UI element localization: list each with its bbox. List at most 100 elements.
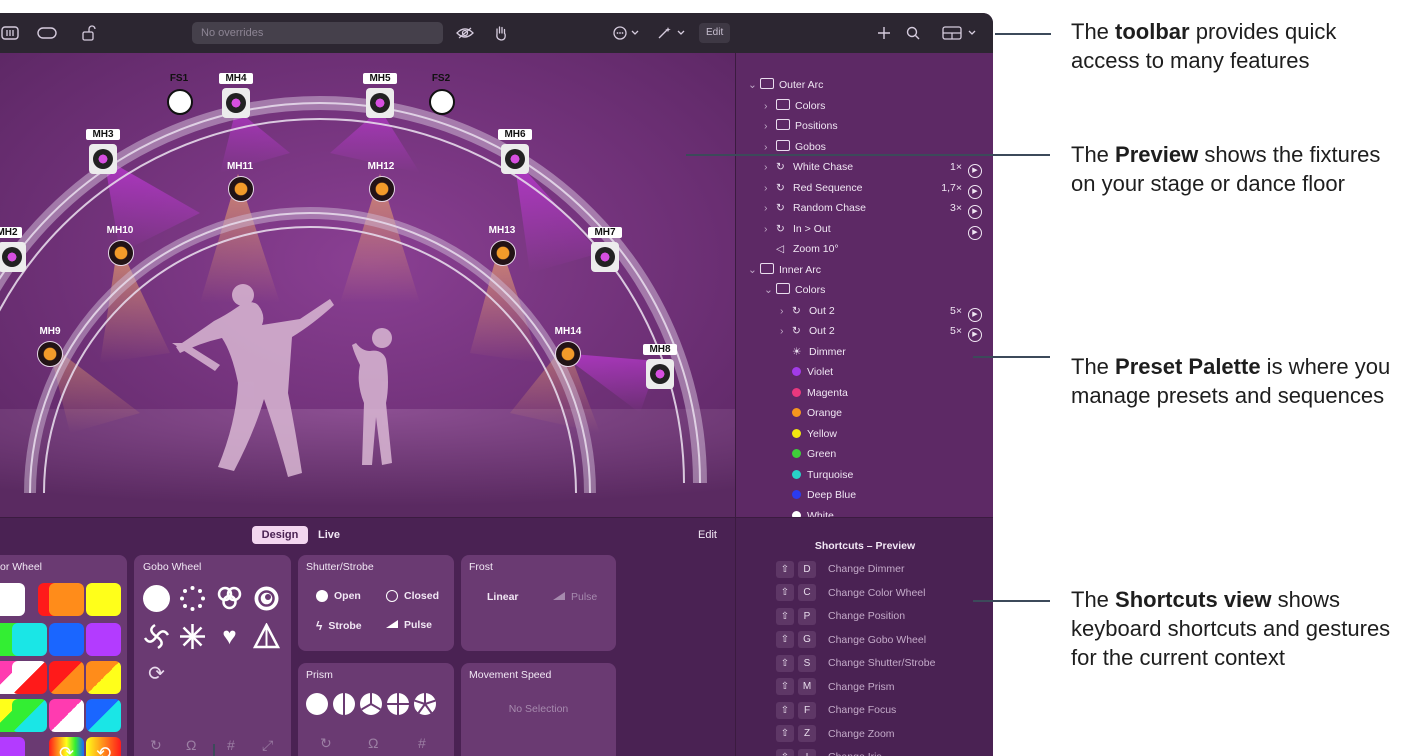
fixture-MH6[interactable]: MH6: [498, 129, 532, 189]
rotate-cw-icon[interactable]: ⟳: [49, 737, 84, 756]
gobo-dots-icon[interactable]: [179, 585, 206, 612]
fixture-MH3[interactable]: MH3: [86, 129, 120, 189]
play-icon[interactable]: ▶: [968, 328, 982, 342]
fixture-MH2[interactable]: MH2: [0, 227, 26, 277]
palette-row[interactable]: › ↻ Out 2 5× ▶: [780, 301, 982, 322]
color-swatch-blue[interactable]: [49, 623, 84, 656]
palette-row[interactable]: ⌄ Outer Arc: [748, 75, 981, 95]
palette-row[interactable]: › Colors: [764, 96, 981, 116]
play-icon[interactable]: ▶: [968, 225, 982, 240]
rotate-icon[interactable]: ↻: [320, 735, 332, 752]
layout-icon[interactable]: [941, 13, 981, 53]
edit-button[interactable]: Edit: [699, 23, 731, 43]
prism-5-icon[interactable]: [414, 693, 436, 715]
palette-row[interactable]: › ↻ Red Sequence 1,7× ▶: [764, 178, 982, 199]
chevron-icon[interactable]: ›: [764, 157, 774, 177]
gobo-triangle-icon[interactable]: [252, 622, 281, 650]
color-swatch-orange[interactable]: [49, 583, 84, 616]
shutter-strobe-button[interactable]: ϟ Strobe: [316, 619, 362, 633]
color-swatch-split-blue[interactable]: [86, 699, 121, 732]
color-swatch-split-red[interactable]: [12, 661, 47, 694]
search-icon[interactable]: [904, 13, 922, 53]
gobo-heart-icon[interactable]: ♥: [216, 623, 243, 650]
chevron-icon[interactable]: ›: [780, 301, 790, 321]
editor-edit-button[interactable]: Edit: [698, 526, 717, 544]
stage-preview[interactable]: FS1 FS2 MH2 MH3 MH4 MH5 MH6 MH7 MH8 MH9 …: [0, 53, 735, 517]
chevron-icon[interactable]: ⌄: [748, 260, 758, 280]
shake-icon[interactable]: Ω: [186, 737, 196, 753]
plus-icon[interactable]: [875, 13, 893, 53]
prism-2-icon[interactable]: [333, 693, 355, 715]
palette-row[interactable]: Green: [780, 444, 981, 464]
rotate-ccw-icon[interactable]: ⟲: [86, 737, 121, 756]
prism-open-icon[interactable]: [306, 693, 328, 715]
color-swatch-cyan[interactable]: [12, 623, 47, 656]
palette-row[interactable]: Deep Blue: [780, 485, 981, 505]
prism-4-icon[interactable]: [387, 693, 409, 715]
palette-row[interactable]: › ↻ Random Chase 3× ▶: [764, 198, 982, 219]
prism-3-icon[interactable]: [360, 693, 382, 715]
color-swatch-yellow[interactable]: [86, 583, 121, 616]
fixture-MH7[interactable]: MH7: [588, 227, 622, 287]
chevron-icon[interactable]: ›: [764, 219, 774, 239]
color-swatch-white[interactable]: [0, 583, 25, 616]
hand-icon[interactable]: [492, 13, 510, 53]
chevron-icon[interactable]: ⌄: [764, 280, 774, 300]
gobo-spiral-icon[interactable]: [253, 585, 280, 612]
chevron-icon[interactable]: ›: [764, 116, 774, 136]
fixture-FS1[interactable]: FS1: [164, 73, 194, 123]
fixture-MH12[interactable]: MH12: [363, 161, 399, 209]
play-icon[interactable]: ▶: [968, 307, 982, 322]
gobo-rings-icon[interactable]: [216, 585, 243, 612]
lock-icon[interactable]: [80, 13, 98, 53]
shutter-pulse-button[interactable]: Pulse: [386, 619, 432, 631]
gobo-burst-icon[interactable]: [179, 623, 206, 650]
shutter-closed-button[interactable]: Closed: [386, 590, 439, 602]
palette-row[interactable]: Violet: [780, 362, 981, 382]
palette-row[interactable]: Orange: [780, 403, 981, 423]
fixture-MH9[interactable]: MH9: [33, 326, 67, 374]
gobo-rotate-icon[interactable]: ⟳: [143, 661, 170, 688]
fixture-MH8[interactable]: MH8: [643, 344, 677, 404]
palette-row[interactable]: Magenta: [780, 383, 981, 403]
wand-icon[interactable]: [655, 13, 689, 53]
more-icon[interactable]: [611, 13, 643, 53]
chevron-icon[interactable]: ›: [764, 198, 774, 218]
tab-live[interactable]: Live: [318, 526, 358, 544]
gobo-swirl-icon[interactable]: [143, 623, 170, 650]
fixture-MH13[interactable]: MH13: [484, 225, 520, 273]
palette-row[interactable]: › ↻ Out 2 5× ▶: [780, 321, 982, 342]
tab-design[interactable]: Design: [252, 526, 308, 544]
capsule-icon[interactable]: [36, 13, 58, 53]
palette-row[interactable]: › Positions: [764, 116, 981, 136]
rotate-icon[interactable]: ↻: [150, 737, 162, 754]
color-swatch-split-magenta[interactable]: [49, 699, 84, 732]
fixture-FS2[interactable]: FS2: [426, 73, 456, 123]
overrides-field[interactable]: No overrides: [192, 22, 443, 44]
eye-icon[interactable]: [454, 13, 476, 53]
shake-icon[interactable]: Ω: [368, 735, 378, 751]
play-icon[interactable]: ▶: [968, 184, 982, 199]
frost-linear-button[interactable]: Linear: [487, 591, 519, 603]
gobo-open-icon[interactable]: [143, 585, 170, 612]
palette-row[interactable]: › ↻ White Chase 1× ▶: [764, 157, 982, 178]
chevron-icon[interactable]: ›: [764, 96, 774, 116]
palette-row[interactable]: ⌄ Colors: [764, 280, 981, 300]
chevron-icon[interactable]: ⌄: [748, 75, 758, 95]
palette-row[interactable]: ◁ Zoom 10°: [764, 239, 981, 259]
chevron-icon[interactable]: ›: [780, 321, 790, 341]
shutter-open-button[interactable]: Open: [316, 590, 361, 602]
fixture-MH11[interactable]: MH11: [222, 161, 258, 209]
palette-row[interactable]: ⌄ Inner Arc: [748, 260, 981, 280]
color-swatch-split-orange[interactable]: [49, 661, 84, 694]
color-swatch-split-cyan[interactable]: [12, 699, 47, 732]
color-swatch-violet[interactable]: [86, 623, 121, 656]
color-swatch-split-yellow[interactable]: [86, 661, 121, 694]
fixture-MH4[interactable]: MH4: [219, 73, 253, 133]
faders-icon[interactable]: [0, 13, 20, 53]
index-icon[interactable]: #: [418, 735, 426, 751]
palette-row[interactable]: Yellow: [780, 424, 981, 444]
fixture-MH14[interactable]: MH14: [550, 326, 586, 374]
palette-row[interactable]: ☀ Dimmer: [780, 342, 981, 362]
frost-pulse-button[interactable]: Pulse: [553, 591, 597, 603]
